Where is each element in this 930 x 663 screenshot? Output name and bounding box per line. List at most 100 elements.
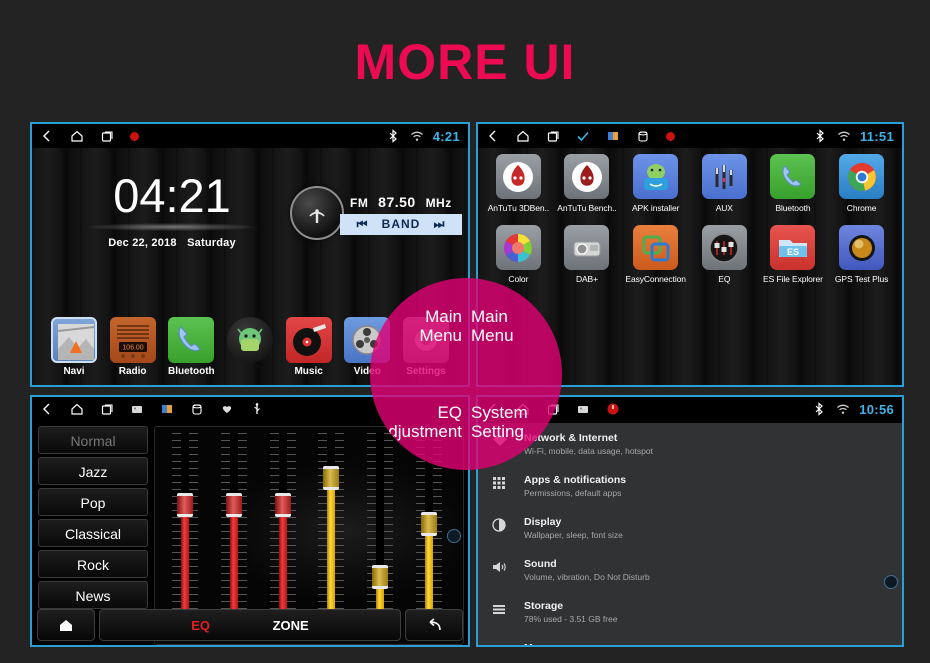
bluetooth-icon <box>387 129 401 143</box>
color-wheel-icon <box>495 225 541 270</box>
app-item-chrome[interactable]: Chrome <box>829 154 895 213</box>
overlay-label-bottom-right: System Setting <box>466 374 562 470</box>
recents-icon[interactable] <box>546 129 560 143</box>
radio-band-bar[interactable]: ⏮ BAND ⏭ <box>340 213 462 235</box>
eq-slider-bass[interactable]: Bass <box>170 433 200 640</box>
home-status-bar: 4:21 <box>32 124 468 148</box>
eq-scroll-handle[interactable] <box>447 528 461 543</box>
slider-knob[interactable] <box>323 466 340 491</box>
home-clock-status: 4:21 <box>432 128 460 144</box>
band-button-label[interactable]: BAND <box>382 217 421 231</box>
map-icon <box>51 317 97 363</box>
home-icon[interactable] <box>70 402 84 416</box>
es-file-explorer-icon: ES <box>770 225 816 270</box>
eq-preset-rock[interactable]: Rock <box>38 550 148 578</box>
storage-icon[interactable] <box>636 129 650 143</box>
dock-item-android[interactable] <box>224 317 276 377</box>
back-icon[interactable] <box>40 129 54 143</box>
aux-jack-icon <box>701 154 747 199</box>
next-track-icon[interactable]: ⏭ <box>434 217 446 232</box>
check-icon[interactable] <box>576 129 590 143</box>
eq-tab-bar[interactable]: EQ ZONE <box>99 609 401 641</box>
settings-title: Sound <box>524 558 557 570</box>
recents-icon[interactable] <box>100 402 114 416</box>
dock-item-radio[interactable]: 106.00 Radio <box>107 317 159 377</box>
clock-day: Saturday <box>187 237 236 249</box>
radio-icon: 106.00 <box>109 317 156 363</box>
image-icon[interactable] <box>130 402 144 416</box>
recents-icon[interactable] <box>100 129 114 143</box>
slider-knob[interactable] <box>371 564 388 589</box>
settings-scroll-handle[interactable] <box>884 575 898 589</box>
app-item-es-file-explorer[interactable]: ES ES File Explorer <box>760 225 826 284</box>
storage-icon[interactable] <box>190 402 204 416</box>
memory-chip-icon <box>492 642 508 645</box>
speaker-icon <box>492 558 508 574</box>
picture-icon[interactable] <box>160 402 174 416</box>
home-icon[interactable] <box>516 129 530 143</box>
heart-icon[interactable] <box>220 402 234 416</box>
eq-slider-treble[interactable]: Treble <box>268 433 298 640</box>
app-item-antutu[interactable]: AnTuTu Bench.. <box>554 154 620 213</box>
settings-clock-status: 10:56 <box>859 401 894 417</box>
app-item-apk-installer[interactable]: APK installer <box>623 154 689 213</box>
eq-slider-middle[interactable]: Middle <box>219 433 249 640</box>
radio-widget[interactable]: FM 87.50 MHz ⏮ BAND ⏭ <box>290 186 462 240</box>
prev-track-icon[interactable]: ⏮ <box>357 217 369 232</box>
settings-row-display[interactable]: Display Wallpaper, sleep, font size <box>478 507 902 549</box>
dock-label-radio: Radio <box>118 366 147 377</box>
app-item-aux[interactable]: AUX <box>691 154 757 213</box>
record-dot-icon[interactable] <box>666 131 675 141</box>
app-item-eq[interactable]: EQ <box>691 225 757 284</box>
radio-frequency-line: FM 87.50 MHz <box>340 192 462 214</box>
settings-row-text: Sound Volume, vibration, Do Not Disturb <box>524 558 650 583</box>
dock-item-navi[interactable]: Navi <box>48 317 100 377</box>
eq-preset-classical[interactable]: Classical <box>38 519 148 547</box>
settings-title: Memory <box>524 642 662 645</box>
settings-row-sound[interactable]: Sound Volume, vibration, Do Not Disturb <box>478 549 902 591</box>
image-icon[interactable] <box>576 402 590 416</box>
settings-row-storage[interactable]: Storage 78% used - 3.51 GB free <box>478 591 902 633</box>
app-item-color[interactable]: Color <box>485 225 551 284</box>
dock-item-bluetooth[interactable]: Bluetooth <box>165 317 217 377</box>
picture-icon[interactable] <box>606 129 620 143</box>
eq-preset-pop[interactable]: Pop <box>38 488 148 516</box>
app-item-bluetooth[interactable]: Bluetooth <box>760 154 826 213</box>
app-item-gps-test-plus[interactable]: GPS Test Plus <box>829 225 895 284</box>
app-label: DAB+ <box>575 274 598 284</box>
dock-label-music: Music <box>294 366 323 377</box>
eq-preset-normal[interactable]: Normal <box>38 426 148 454</box>
android-icon <box>226 317 273 363</box>
dock-item-music[interactable]: Music <box>283 317 335 377</box>
record-dot-icon[interactable] <box>130 131 139 141</box>
slider-knob[interactable] <box>274 492 291 517</box>
eq-back-button[interactable] <box>405 609 463 641</box>
app-item-easyconnection[interactable]: EasyConnection <box>623 225 689 284</box>
app-row-1: AnTuTu 3DBen.. AnTuTu Bench.. APK instal… <box>484 154 896 213</box>
overlay-label-bottom-left: EQ Adjustment <box>370 374 466 470</box>
settings-row-apps[interactable]: Apps & notifications Permissions, defaul… <box>478 465 902 507</box>
back-icon[interactable] <box>486 129 500 143</box>
slider-knob[interactable] <box>225 492 242 517</box>
slider-knob[interactable] <box>177 492 194 517</box>
app-item-antutu3d[interactable]: AnTuTu 3DBen.. <box>485 154 551 213</box>
eq-home-button[interactable] <box>37 609 95 641</box>
apk-installer-icon <box>633 154 679 199</box>
settings-row-memory[interactable]: Memory Avg 855 MB of 1.0 GB memory used <box>478 633 902 645</box>
slider-knob[interactable] <box>420 511 437 536</box>
app-item-dab[interactable]: DAB+ <box>554 225 620 284</box>
radio-band-label: FM <box>350 195 369 210</box>
power-icon[interactable] <box>606 402 620 416</box>
eq-tab-zone[interactable]: ZONE <box>273 618 309 633</box>
eq-tab-eq[interactable]: EQ <box>191 618 210 633</box>
clock-widget[interactable]: 04:21 Dec 22, 2018 Saturday <box>72 172 272 251</box>
usb-icon[interactable] <box>250 402 264 416</box>
home-icon[interactable] <box>70 129 84 143</box>
eq-preset-news[interactable]: News <box>38 581 148 609</box>
app-label: Bluetooth <box>775 203 811 213</box>
settings-sub: Wallpaper, sleep, font size <box>524 530 623 540</box>
back-icon[interactable] <box>40 402 54 416</box>
page-root: MORE UI 4:21 04:21 Dec 22, 2018 Saturday <box>0 0 930 663</box>
eq-slider-bassf[interactable]: BassF <box>316 433 346 640</box>
eq-preset-jazz[interactable]: Jazz <box>38 457 148 485</box>
